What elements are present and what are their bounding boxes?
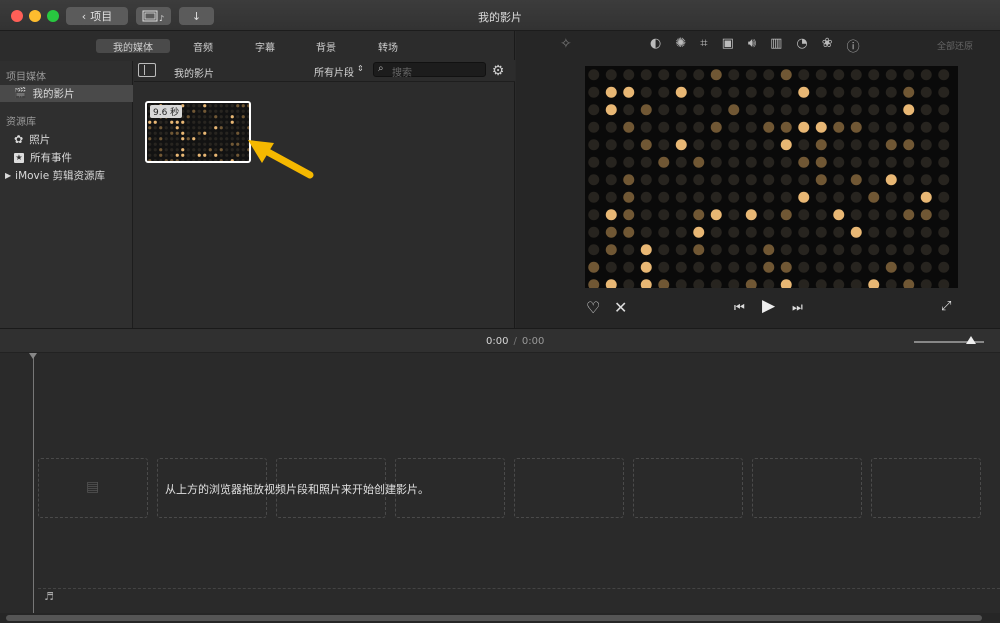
timeline-placeholder-slot — [752, 458, 862, 518]
disclosure-triangle-icon: ▶ — [5, 171, 12, 180]
video-preview-image — [588, 69, 950, 288]
adjustment-toolbar: ◐ ✺ ⌗ ▣ 🔊︎ ▥ ◔ ❀ ⓘ — [650, 36, 860, 55]
speed-gauge-icon[interactable]: ◔ — [796, 36, 807, 55]
tab-label: 我的媒体 — [113, 42, 153, 54]
play-icon[interactable]: ▶ — [762, 296, 775, 316]
sidebar-item-label: 我的影片 — [32, 88, 75, 100]
clapperboard-icon: 🎬 — [14, 88, 27, 99]
sidebar-item-label: iMovie 剪辑资源库 — [15, 170, 105, 182]
search-icon: ⌕ — [378, 63, 384, 74]
scrollbar-thumb[interactable] — [6, 615, 982, 621]
film-icon: ▤ — [86, 479, 100, 495]
tab-label: 字幕 — [255, 42, 275, 54]
music-note-icon: ♬ — [44, 590, 54, 603]
tab-my-media[interactable]: 我的媒体 — [96, 39, 170, 54]
equalizer-icon[interactable]: ▥ — [770, 36, 782, 55]
horizontal-scrollbar[interactable] — [0, 613, 1000, 623]
skip-back-icon[interactable]: ⏮ — [734, 300, 745, 315]
timeline-placeholder-slot — [871, 458, 981, 518]
tab-label: 音频 — [193, 42, 213, 54]
sidebar-item-all-events[interactable]: ★ 所有事件 — [0, 149, 133, 166]
total-time: 0:00 — [521, 336, 545, 347]
skip-forward-icon[interactable]: ⏭ — [792, 300, 803, 315]
tab-audio[interactable]: 音频 — [183, 39, 223, 54]
sidebar-item-label: 照片 — [29, 134, 51, 146]
timeline-placeholder-slot: ▤ — [38, 458, 148, 518]
info-icon[interactable]: ⓘ — [847, 36, 860, 55]
sidebar-toggle-icon[interactable] — [138, 63, 156, 77]
volume-icon[interactable]: 🔊︎ — [748, 36, 756, 55]
project-media-header: 项目媒体 — [6, 72, 46, 83]
tab-label: 背景 — [316, 42, 336, 54]
updown-chevron-icon: ⇕ — [357, 64, 364, 73]
reject-icon[interactable]: ✕ — [614, 298, 627, 317]
library-title: 我的影片 — [174, 69, 214, 80]
fullscreen-icon[interactable]: ⤢ — [941, 299, 951, 314]
tab-label: 转场 — [378, 42, 398, 54]
current-time: 0:00 — [486, 336, 509, 347]
yellow-arrow-annotation — [248, 140, 314, 179]
filters-icon[interactable]: ❀ — [822, 36, 833, 55]
crop-icon[interactable]: ⌗ — [700, 36, 707, 55]
sidebar-item-photos[interactable]: ✿ 照片 — [0, 131, 133, 148]
time-separator: / — [513, 336, 517, 347]
magic-wand-icon[interactable]: ✧ — [560, 36, 572, 52]
sidebar-item-my-movie[interactable]: 🎬 我的影片 — [0, 85, 133, 102]
favorite-heart-icon[interactable]: ♡ — [586, 298, 600, 317]
timeline-placeholder-slot — [633, 458, 743, 518]
star-box-icon: ★ — [14, 152, 24, 163]
clip-filter-value: 所有片段 — [314, 68, 354, 79]
timeline-empty-hint: 从上方的浏览器拖放视频片段和照片来开始创建影片。 — [165, 483, 429, 496]
stabilization-camera-icon[interactable]: ▣ — [722, 36, 734, 55]
sidebar-item-library[interactable]: ▶ iMovie 剪辑资源库 — [0, 167, 133, 184]
clip-duration-badge: 9.6 秒 — [150, 105, 183, 118]
clip-filter-dropdown[interactable]: 所有片段 ⇕ — [314, 64, 364, 79]
tab-titles[interactable]: 字幕 — [245, 39, 285, 54]
search-placeholder: 搜索 — [392, 68, 412, 79]
window-title: 我的影片 — [478, 11, 522, 24]
color-palette-icon[interactable]: ✺ — [675, 36, 686, 55]
search-field[interactable]: ⌕ 搜索 — [373, 62, 486, 79]
tab-transitions[interactable]: 转场 — [368, 39, 408, 54]
video-preview — [585, 66, 958, 288]
tab-backgrounds[interactable]: 背景 — [306, 39, 346, 54]
photos-icon: ✿ — [14, 133, 24, 146]
settings-gear-icon[interactable]: ⚙ — [490, 63, 506, 79]
libraries-header: 资源库 — [6, 117, 36, 128]
restore-all-button[interactable]: 全部还原 — [937, 39, 973, 52]
music-track — [38, 588, 1000, 605]
playhead-marker — [29, 353, 37, 359]
color-balance-icon[interactable]: ◐ — [650, 36, 661, 55]
timeline-placeholder-slot — [514, 458, 624, 518]
clip-thumbnail[interactable]: 9.6 秒 — [145, 101, 251, 163]
sidebar-item-label: 所有事件 — [30, 152, 72, 164]
timecode-display: 0:00 / 0:00 — [486, 336, 544, 347]
zoom-slider-thumb[interactable] — [966, 336, 976, 344]
playhead[interactable] — [33, 353, 34, 613]
